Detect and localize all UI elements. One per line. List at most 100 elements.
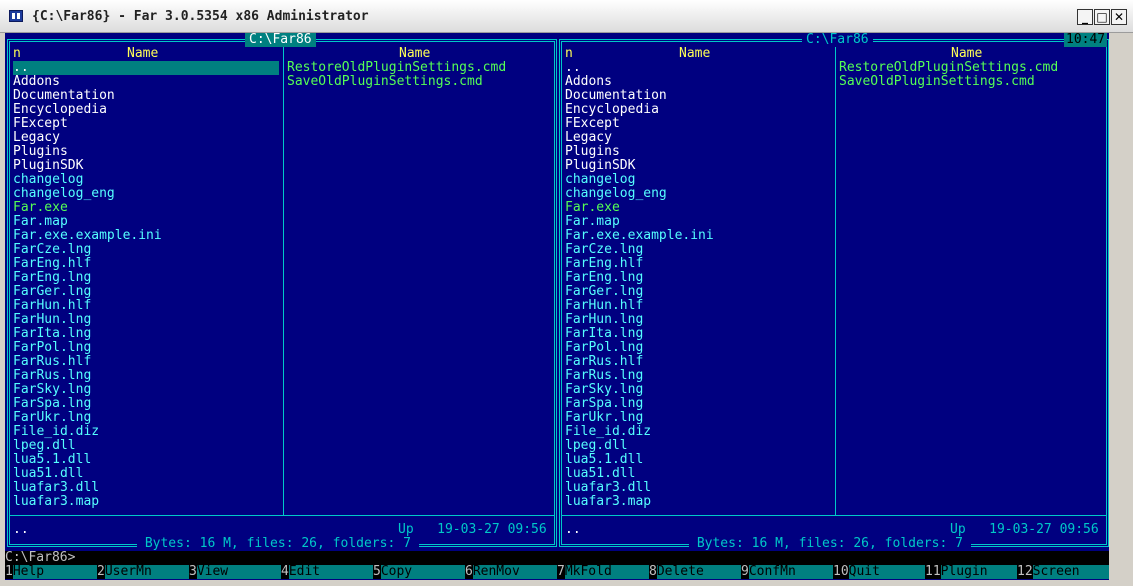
file-item[interactable]: FExcept: [13, 117, 279, 131]
file-item[interactable]: lua51.dll: [13, 467, 279, 481]
fkey-mkfold[interactable]: 7MkFold: [557, 564, 649, 579]
file-item[interactable]: FarPol.lng: [13, 341, 279, 355]
console-scrollbar[interactable]: [1109, 33, 1129, 580]
file-item[interactable]: File_id.diz: [565, 425, 831, 439]
file-item[interactable]: Documentation: [13, 89, 279, 103]
file-item[interactable]: FarIta.lng: [13, 327, 279, 341]
right-file-list-col1[interactable]: .. Addons Documentation Encyclopedia FExcept…: [565, 61, 831, 509]
close-button[interactable]: ✕: [1111, 9, 1127, 25]
left-col2-name-header[interactable]: Name: [399, 47, 430, 61]
fkey-screen[interactable]: 12Screen: [1017, 564, 1109, 579]
file-item[interactable]: FarRus.hlf: [13, 355, 279, 369]
file-item[interactable]: FarRus.lng: [565, 369, 831, 383]
file-item[interactable]: luafar3.map: [13, 495, 279, 509]
file-item[interactable]: FarRus.hlf: [565, 355, 831, 369]
fkey-renmov[interactable]: 6RenMov: [465, 564, 557, 579]
fkey-view[interactable]: 3View: [189, 564, 281, 579]
fkey-confmn[interactable]: 9ConfMn: [741, 564, 833, 579]
title-bar[interactable]: {C:\Far86} - Far 3.0.5354 x86 Administra…: [0, 0, 1133, 33]
file-item[interactable]: FarSky.lng: [13, 383, 279, 397]
file-item[interactable]: lua5.1.dll: [13, 453, 279, 467]
file-item[interactable]: FarIta.lng: [565, 327, 831, 341]
file-item[interactable]: FarEng.lng: [565, 271, 831, 285]
file-item[interactable]: SaveOldPluginSettings.cmd: [287, 75, 553, 89]
file-item[interactable]: Addons: [565, 75, 831, 89]
right-file-list-col2[interactable]: RestoreOldPluginSettings.cmd SaveOldPlugi…: [839, 61, 1105, 89]
right-col1-name-header[interactable]: Name: [679, 47, 710, 61]
file-item[interactable]: Addons: [13, 75, 279, 89]
file-item[interactable]: Plugins: [13, 145, 279, 159]
fkey-edit[interactable]: 4Edit: [281, 564, 373, 579]
file-item[interactable]: Far.map: [565, 215, 831, 229]
file-item[interactable]: RestoreOldPluginSettings.cmd: [839, 61, 1105, 75]
file-item[interactable]: ..: [565, 61, 831, 75]
file-item[interactable]: Far.exe.example.ini: [13, 229, 279, 243]
file-item[interactable]: FarCze.lng: [565, 243, 831, 257]
file-item[interactable]: Far.exe: [565, 201, 831, 215]
file-item[interactable]: FarEng.hlf: [565, 257, 831, 271]
file-item[interactable]: changelog_eng: [565, 187, 831, 201]
file-item[interactable]: FarHun.hlf: [13, 299, 279, 313]
file-item[interactable]: Plugins: [565, 145, 831, 159]
right-col2-name-header[interactable]: Name: [951, 47, 982, 61]
file-item[interactable]: Legacy: [13, 131, 279, 145]
file-item[interactable]: FarGer.lng: [13, 285, 279, 299]
file-item[interactable]: lua51.dll: [565, 467, 831, 481]
file-item[interactable]: luafar3.dll: [13, 481, 279, 495]
file-item[interactable]: Encyclopedia: [565, 103, 831, 117]
left-file-list-col1[interactable]: .. Addons Documentation Encyclopedia FExcept…: [13, 61, 279, 509]
file-item[interactable]: luafar3.dll: [565, 481, 831, 495]
right-panel-path[interactable]: C:\Far86: [802, 33, 873, 47]
file-item[interactable]: Encyclopedia: [13, 103, 279, 117]
file-item[interactable]: Legacy: [565, 131, 831, 145]
minimize-button[interactable]: _: [1077, 9, 1093, 25]
left-file-list-col2[interactable]: RestoreOldPluginSettings.cmd SaveOldPlugi…: [287, 61, 553, 89]
file-item[interactable]: lpeg.dll: [565, 439, 831, 453]
file-item[interactable]: lua5.1.dll: [565, 453, 831, 467]
fkey-plugin[interactable]: 11Plugin: [925, 564, 1017, 579]
maximize-button[interactable]: □: [1094, 9, 1110, 25]
file-item[interactable]: FarEng.lng: [13, 271, 279, 285]
file-item[interactable]: ..: [13, 61, 279, 75]
file-item[interactable]: Far.exe: [13, 201, 279, 215]
fkey-usermn[interactable]: 2UserMn: [97, 564, 189, 579]
file-item[interactable]: Far.exe.example.ini: [565, 229, 831, 243]
left-panel-path[interactable]: C:\Far86: [245, 33, 316, 47]
left-col1-type-header[interactable]: n: [13, 47, 21, 61]
file-item[interactable]: Far.map: [13, 215, 279, 229]
file-item[interactable]: FarCze.lng: [13, 243, 279, 257]
file-item[interactable]: FarSky.lng: [565, 383, 831, 397]
file-item[interactable]: FarHun.lng: [13, 313, 279, 327]
file-item[interactable]: Documentation: [565, 89, 831, 103]
right-file-panel[interactable]: C:\Far86 10:47 n Name Name .. Addons Docum…: [559, 33, 1109, 551]
file-item[interactable]: lpeg.dll: [13, 439, 279, 453]
file-item[interactable]: FarUkr.lng: [565, 411, 831, 425]
far-app-icon[interactable]: [9, 10, 23, 22]
file-item[interactable]: FarRus.lng: [13, 369, 279, 383]
file-item[interactable]: luafar3.map: [565, 495, 831, 509]
file-item[interactable]: changelog: [13, 173, 279, 187]
file-item[interactable]: FarSpa.lng: [13, 397, 279, 411]
left-file-panel[interactable]: C:\Far86 n Name Name .. Addons Documentati…: [7, 33, 557, 551]
left-col1-name-header[interactable]: Name: [127, 47, 158, 61]
command-line[interactable]: C:\Far86>: [5, 551, 1109, 565]
file-item[interactable]: FarGer.lng: [565, 285, 831, 299]
fkey-quit[interactable]: 10Quit: [833, 564, 925, 579]
right-col1-type-header[interactable]: n: [565, 47, 573, 61]
file-item[interactable]: changelog: [565, 173, 831, 187]
file-item[interactable]: FarPol.lng: [565, 341, 831, 355]
file-item[interactable]: FarHun.lng: [565, 313, 831, 327]
file-item[interactable]: FExcept: [565, 117, 831, 131]
file-item[interactable]: FarEng.hlf: [13, 257, 279, 271]
file-item[interactable]: SaveOldPluginSettings.cmd: [839, 75, 1105, 89]
file-item[interactable]: PluginSDK: [565, 159, 831, 173]
file-item[interactable]: FarSpa.lng: [565, 397, 831, 411]
fkey-copy[interactable]: 5Copy: [373, 564, 465, 579]
file-item[interactable]: PluginSDK: [13, 159, 279, 173]
file-item[interactable]: FarHun.hlf: [565, 299, 831, 313]
fkey-delete[interactable]: 8Delete: [649, 564, 741, 579]
fkey-help[interactable]: 1Help: [5, 564, 97, 579]
file-item[interactable]: RestoreOldPluginSettings.cmd: [287, 61, 553, 75]
file-item[interactable]: changelog_eng: [13, 187, 279, 201]
file-item[interactable]: FarUkr.lng: [13, 411, 279, 425]
